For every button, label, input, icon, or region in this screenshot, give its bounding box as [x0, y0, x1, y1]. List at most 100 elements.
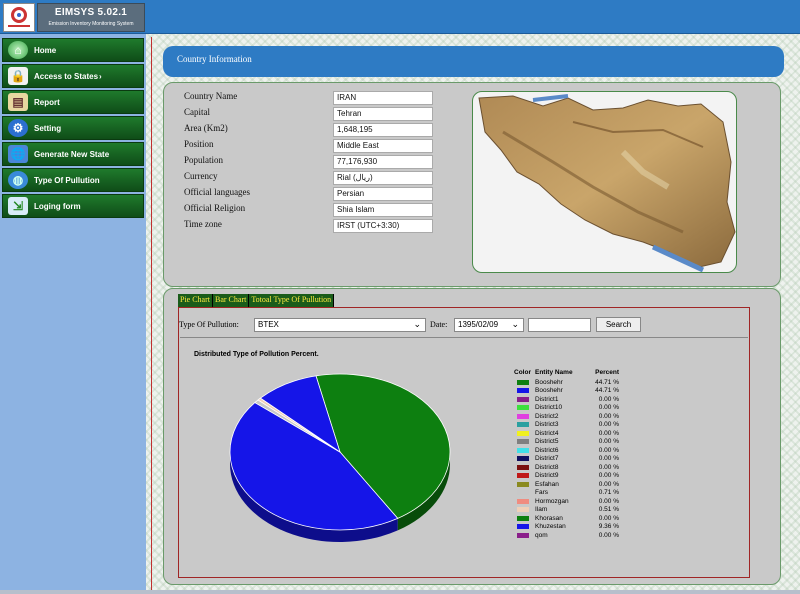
- legend-row: qom 0.00 %: [510, 531, 619, 540]
- legend-swatch: [516, 515, 529, 521]
- legend-row: Booshehr 44.71 %: [510, 378, 619, 387]
- filter-divider: [180, 337, 748, 338]
- legend-row: District5 0.00 %: [510, 438, 619, 447]
- legend-row: District9 0.00 %: [510, 472, 619, 481]
- date-label: Date:: [430, 320, 448, 329]
- legend-swatch: [516, 481, 529, 487]
- legend-row: District7 0.00 %: [510, 455, 619, 464]
- legend-entity-name: District9: [535, 472, 559, 480]
- sidebar-item-home[interactable]: ⌂ Home: [2, 38, 144, 62]
- legend-entity-name: District10: [535, 404, 563, 412]
- legend-header-percent: Percent: [595, 369, 619, 376]
- field-label: Official Religion: [184, 203, 246, 213]
- legend-swatch: [516, 422, 529, 428]
- type-of-pullution-select[interactable]: BTEX ⌄: [254, 318, 426, 332]
- sidebar-item-label: Type Of Pullution: [34, 175, 100, 185]
- position-field: Middle East: [333, 139, 433, 153]
- legend-entity-name: District7: [535, 455, 559, 463]
- legend-entity-name: Booshehr: [535, 378, 563, 386]
- legend-swatch: [516, 524, 529, 530]
- field-label: Currency: [184, 171, 218, 181]
- chart-tabs: Pie Chart Bar Chart Totoal Type Of Pullu…: [178, 294, 335, 307]
- legend-percent: 0.51 %: [598, 506, 619, 514]
- legend-swatch: [516, 388, 529, 394]
- tab-bar-chart[interactable]: Bar Chart: [213, 294, 250, 307]
- legend-row: Fars 0.71 %: [510, 489, 619, 498]
- legend-row: Booshehr 44.71 %: [510, 387, 619, 396]
- legend-row: District4 0.00 %: [510, 429, 619, 438]
- legend-percent: 0.00 %: [598, 514, 619, 522]
- field-label: Time zone: [184, 219, 222, 229]
- brand-box: EIMSYS 5.02.1 Emission Inventory Monitor…: [37, 3, 145, 32]
- legend-swatch: [516, 473, 529, 479]
- timezone-field: IRST (UTC+3:30): [333, 219, 433, 233]
- field-label: Population: [184, 155, 224, 165]
- legend-entity-name: qom: [535, 531, 548, 539]
- select-value: 1395/02/09: [458, 320, 499, 329]
- legend-header-color: Color: [514, 369, 531, 376]
- legend-percent: 0.00 %: [598, 497, 619, 505]
- legend-swatch: [516, 430, 529, 436]
- map-image: [478, 94, 736, 272]
- legend-percent: 0.00 %: [598, 472, 619, 480]
- chart-legend: Color Entity Name Percent Booshehr 44.71 …: [510, 369, 619, 540]
- capital-field: Tehran: [333, 107, 433, 121]
- legend-percent: 9.36 %: [598, 523, 619, 531]
- religion-field: Shia Islam: [333, 203, 433, 217]
- lock-icon: 🔒: [8, 67, 28, 85]
- legend-swatch: [516, 498, 529, 504]
- legend-percent: 0.00 %: [598, 455, 619, 463]
- chevron-right-icon: ›: [99, 71, 102, 81]
- search-button[interactable]: Search: [596, 317, 641, 332]
- sidebar-item-label: Home: [34, 45, 57, 55]
- population-field: 77,176,930: [333, 155, 433, 169]
- chevron-down-icon: ⌄: [511, 319, 519, 329]
- sidebar-item-access-to-states[interactable]: 🔒 Access to States ›: [2, 64, 144, 88]
- sidebar-item-label: Generate New State: [34, 149, 110, 159]
- section-title: Country Information: [177, 54, 252, 64]
- legend-swatch: [516, 507, 529, 513]
- tab-total-type-of-pullution[interactable]: Totoal Type Of Pullution: [249, 294, 335, 307]
- sidebar-item-label: Setting: [34, 123, 62, 133]
- search-input[interactable]: [528, 318, 591, 332]
- languages-field: Persian: [333, 187, 433, 201]
- sidebar-item-generate-new-state[interactable]: 🌐 Generate New State: [2, 142, 144, 166]
- chart-title: Distributed Type of Pollution Percent.: [194, 351, 319, 358]
- legend-entity-name: District6: [535, 446, 559, 454]
- date-select[interactable]: 1395/02/09 ⌄: [454, 318, 524, 332]
- legend-percent: 0.00 %: [598, 429, 619, 437]
- sidebar-item-report[interactable]: ▤ Report: [2, 90, 144, 114]
- legend-percent: 44.71 %: [595, 387, 619, 395]
- field-label: Capital: [184, 107, 210, 117]
- legend-swatch: [516, 456, 529, 462]
- legend-entity-name: District3: [535, 421, 559, 429]
- legend-percent: 0.00 %: [598, 463, 619, 471]
- sidebar-item-loging-form[interactable]: ⇲ Loging form: [2, 194, 144, 218]
- legend-swatch: [516, 439, 529, 445]
- sidebar-item-label: Report: [34, 97, 60, 107]
- legend-entity-name: Khorasan: [535, 514, 563, 522]
- bottom-taskbar: [0, 590, 800, 594]
- country-name-field: IRAN: [333, 91, 433, 105]
- sidebar-item-setting[interactable]: ⚙ Setting: [2, 116, 144, 140]
- field-label: Position: [184, 139, 214, 149]
- legend-percent: 0.00 %: [598, 421, 619, 429]
- tab-pie-chart[interactable]: Pie Chart: [178, 294, 213, 307]
- legend-row: District8 0.00 %: [510, 463, 619, 472]
- legend-row: District6 0.00 %: [510, 446, 619, 455]
- report-icon: ▤: [8, 93, 28, 111]
- pie-chart: [229, 373, 451, 542]
- legend-entity-name: District8: [535, 463, 559, 471]
- legend-entity-name: Fars: [535, 489, 548, 497]
- legend-row: District3 0.00 %: [510, 421, 619, 430]
- sidebar-item-type-of-pullution[interactable]: ◍ Type Of Pullution: [2, 168, 144, 192]
- legend-percent: 0.00 %: [598, 438, 619, 446]
- legend-entity-name: Booshehr: [535, 387, 563, 395]
- legend-entity-name: District1: [535, 395, 559, 403]
- field-label: Country Name: [184, 91, 238, 101]
- type-label: Type Of Pullution:: [179, 320, 239, 329]
- legend-entity-name: District5: [535, 438, 559, 446]
- app-logo: [3, 3, 35, 32]
- field-label: Official languages: [184, 187, 251, 197]
- legend-percent: 0.00 %: [598, 404, 619, 412]
